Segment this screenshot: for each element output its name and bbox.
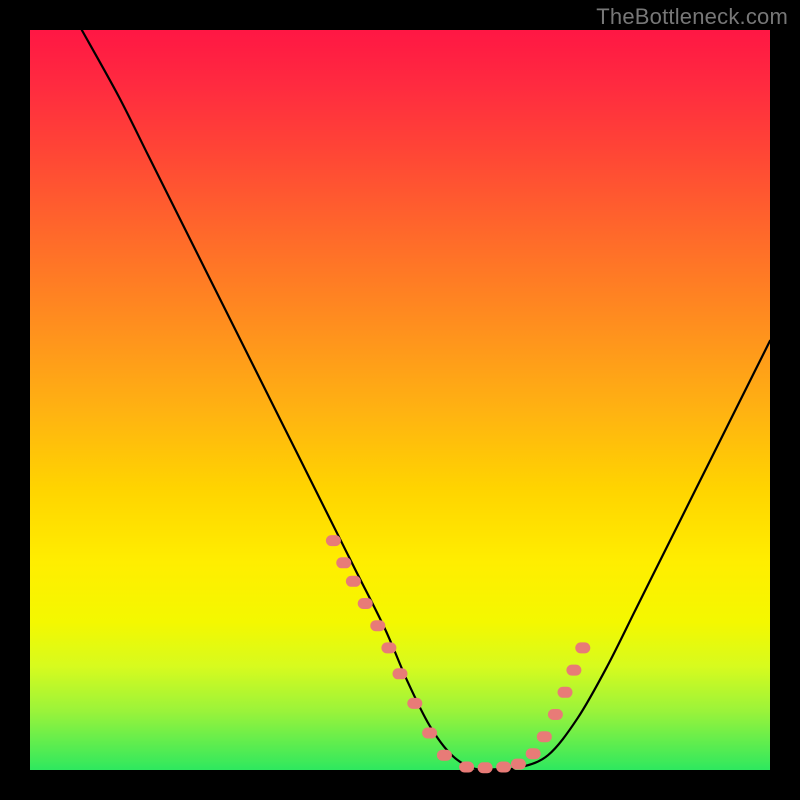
highlight-dots — [326, 535, 590, 773]
highlight-dot — [381, 642, 396, 653]
bottleneck-curve — [82, 30, 770, 770]
curve-layer — [30, 30, 770, 770]
highlight-dot — [336, 557, 351, 568]
highlight-dot — [496, 762, 511, 773]
highlight-dot — [566, 665, 581, 676]
plot-area — [30, 30, 770, 770]
highlight-dot — [478, 762, 493, 773]
highlight-dot — [511, 759, 526, 770]
highlight-dot — [326, 535, 341, 546]
highlight-dot — [537, 731, 552, 742]
highlight-dot — [370, 620, 385, 631]
highlight-dot — [358, 598, 373, 609]
chart-frame: TheBottleneck.com — [0, 0, 800, 800]
highlight-dot — [437, 750, 452, 761]
highlight-dot — [526, 748, 541, 759]
highlight-dot — [393, 668, 408, 679]
highlight-dot — [422, 728, 437, 739]
highlight-dot — [575, 642, 590, 653]
highlight-dot — [407, 698, 422, 709]
highlight-dot — [548, 709, 563, 720]
highlight-dot — [346, 576, 361, 587]
highlight-dot — [558, 687, 573, 698]
highlight-dot — [459, 762, 474, 773]
watermark-text: TheBottleneck.com — [596, 4, 788, 30]
